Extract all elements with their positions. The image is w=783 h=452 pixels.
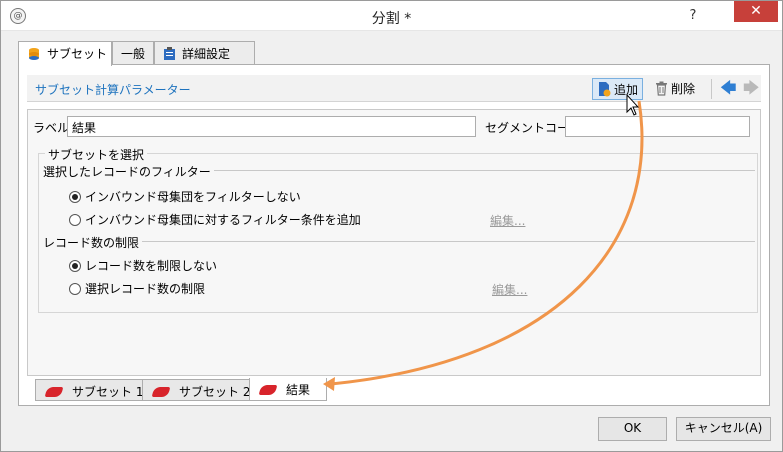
delete-label: 削除 — [671, 82, 696, 96]
subtab-subset-1-label: サブセット 1 — [72, 385, 144, 399]
tab-general[interactable]: 一般 — [112, 41, 154, 65]
tab-subset[interactable]: サブセット — [18, 41, 112, 66]
subset-selection-legend: サブセットを選択 — [45, 146, 148, 163]
radio-no-limit-label: レコード数を制限しない — [85, 259, 218, 273]
segment-icon — [44, 387, 64, 397]
label-input[interactable]: 結果 — [67, 116, 476, 137]
radio-no-limit[interactable]: レコード数を制限しない — [69, 257, 217, 274]
title-bar: @ 分割 * ? ✕ — [1, 1, 782, 31]
segment-icon — [151, 387, 171, 397]
limit-edit-link[interactable]: 編集... — [492, 281, 527, 298]
subset-content: ラベル: 結果 セグメントコード: サブセットを選択 選択したレコードのフィルタ… — [27, 109, 761, 376]
radio-button-selected[interactable] — [69, 260, 81, 272]
tab-general-label: 一般 — [121, 47, 146, 61]
section-title: サブセット計算パラメーター — [35, 83, 191, 97]
radio-no-filter-label: インバウンド母集団をフィルターしない — [85, 190, 301, 204]
filter-edit-link[interactable]: 編集... — [490, 212, 525, 229]
radio-add-filter[interactable]: インバウンド母集団に対するフィルター条件を追加 — [69, 211, 361, 228]
radio-limit-records-label: 選択レコード数の制限 — [85, 282, 206, 296]
tab-advanced[interactable]: 詳細設定 — [154, 41, 255, 65]
close-button[interactable]: ✕ — [734, 1, 778, 22]
arrow-right-icon[interactable]: 🡆 — [743, 80, 760, 96]
tab-subset-label: サブセット — [47, 47, 108, 61]
filter-heading: 選択したレコードのフィルター — [43, 163, 214, 180]
cancel-button[interactable]: キャンセル(A) — [676, 417, 771, 441]
subtab-subset-2[interactable]: サブセット 2 — [142, 379, 250, 401]
limit-divider — [43, 241, 755, 242]
limit-heading: レコード数の制限 — [43, 234, 143, 251]
tab-advanced-label: 詳細設定 — [182, 47, 231, 61]
radio-button[interactable] — [69, 283, 81, 295]
split-dialog: @ 分割 * ? ✕ サブセット 一般 詳細設定 サブセット計算パラメーター 追… — [0, 0, 783, 452]
add-button[interactable]: 追加 — [592, 78, 644, 100]
subtab-subset-2-label: サブセット 2 — [179, 385, 251, 399]
radio-add-filter-label: インバウンド母集団に対するフィルター条件を追加 — [85, 213, 361, 227]
radio-no-filter[interactable]: インバウンド母集団をフィルターしない — [69, 188, 301, 205]
trash-icon — [655, 81, 668, 99]
help-button[interactable]: ? — [683, 8, 703, 24]
database-icon — [27, 47, 41, 64]
subset-selection-group: サブセットを選択 選択したレコードのフィルター インバウンド母集団をフィルターし… — [38, 146, 758, 313]
add-icon — [597, 81, 611, 100]
subset-panel: サブセット計算パラメーター 追加 削除 🡄 🡆 ラベル: 結果 セグメントコード… — [18, 64, 770, 406]
subtab-result[interactable]: 結果 — [249, 378, 327, 401]
section-header: サブセット計算パラメーター 追加 削除 🡄 🡆 — [27, 75, 761, 102]
subtab-subset-1[interactable]: サブセット 1 — [35, 379, 143, 401]
delete-button[interactable]: 削除 — [651, 78, 699, 100]
toolbar-divider — [711, 79, 712, 99]
subtab-result-label: 結果 — [286, 383, 311, 397]
radio-button-selected[interactable] — [69, 191, 81, 203]
arrow-left-icon[interactable]: 🡄 — [720, 80, 737, 96]
segment-icon — [258, 385, 278, 395]
add-label: 追加 — [614, 83, 639, 97]
radio-limit-records[interactable]: 選択レコード数の制限 — [69, 280, 205, 297]
ok-button[interactable]: OK — [598, 417, 667, 441]
window-title: 分割 * — [371, 11, 412, 27]
segment-code-input[interactable] — [565, 116, 750, 137]
radio-button[interactable] — [69, 214, 81, 226]
clipboard-icon — [163, 47, 176, 64]
